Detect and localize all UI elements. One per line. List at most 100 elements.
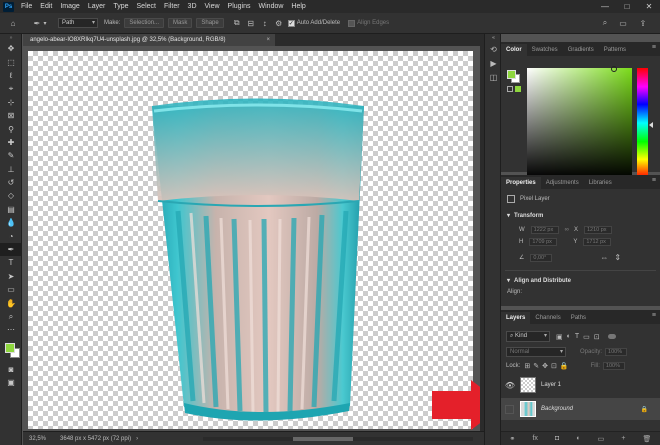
lock-pixels-icon[interactable]: ✎ xyxy=(533,362,539,370)
make-selection-button[interactable]: Selection... xyxy=(124,18,165,28)
eraser-tool-icon[interactable]: ◇ xyxy=(0,189,22,202)
align-section[interactable]: ▾ Align and Distribute xyxy=(507,277,660,285)
panel-foreground-swatch[interactable] xyxy=(507,70,516,79)
actions-panel-icon[interactable]: ▶ xyxy=(485,56,502,70)
menu-image[interactable]: Image xyxy=(56,0,83,13)
lock-position-icon[interactable]: ✥ xyxy=(542,362,548,370)
toolbar-collapse-icon[interactable]: » xyxy=(0,34,22,42)
tab-adjustments[interactable]: Adjustments xyxy=(541,177,584,189)
clone-stamp-tool-icon[interactable]: ⊥ xyxy=(0,163,22,176)
menu-3d[interactable]: 3D xyxy=(184,0,201,13)
menu-layer[interactable]: Layer xyxy=(84,0,110,13)
width-input[interactable]: 1222 px xyxy=(530,226,559,234)
crop-tool-icon[interactable]: ⊹ xyxy=(0,96,22,109)
workspace-icon[interactable]: ▭ xyxy=(618,18,628,28)
move-tool-icon[interactable]: ✥ xyxy=(0,42,22,55)
link-icon[interactable]: ∞ xyxy=(565,227,569,233)
more-tools-icon[interactable]: ⋯ xyxy=(0,323,22,336)
color-picker-field[interactable] xyxy=(527,66,632,178)
zoom-level[interactable]: 32,5% xyxy=(29,436,46,442)
hue-slider-handle[interactable] xyxy=(649,122,653,128)
zoom-tool-icon[interactable]: ⌕ xyxy=(0,310,22,323)
menu-view[interactable]: View xyxy=(201,0,224,13)
menu-help[interactable]: Help xyxy=(287,0,309,13)
color-picker-marker-icon[interactable] xyxy=(611,66,617,72)
history-brush-tool-icon[interactable]: ↺ xyxy=(0,176,22,189)
lasso-tool-icon[interactable]: ℓ xyxy=(0,69,22,82)
delete-layer-icon[interactable]: 🗑 xyxy=(643,435,652,443)
menu-file[interactable]: File xyxy=(17,0,36,13)
angle-input[interactable]: 0,00° xyxy=(530,253,553,262)
opacity-input[interactable]: 100% xyxy=(605,348,628,356)
minimize-button[interactable]: — xyxy=(594,0,616,13)
filter-adjustment-icon[interactable]: ◐ xyxy=(567,333,571,340)
chevron-down-icon[interactable]: ▾ xyxy=(507,212,510,219)
gradient-tool-icon[interactable]: ▤ xyxy=(0,203,22,216)
scroll-thumb[interactable] xyxy=(293,437,353,441)
align-edges-option[interactable]: Align Edges xyxy=(348,19,389,27)
frame-tool-icon[interactable]: ⊠ xyxy=(0,109,22,122)
eyedropper-tool-icon[interactable]: ⚲ xyxy=(0,122,22,135)
make-shape-button[interactable]: Shape xyxy=(196,18,224,28)
dodge-tool-icon[interactable]: ◔ xyxy=(0,229,22,242)
gamut-swatch[interactable] xyxy=(515,86,521,92)
path-arrangement-icon[interactable]: ↕ xyxy=(260,18,270,28)
lock-transparency-icon[interactable]: ⊞ xyxy=(524,362,530,370)
fill-input[interactable]: 100% xyxy=(602,362,625,370)
chevron-down-icon[interactable]: ▾ xyxy=(42,18,48,28)
photoshop-logo-icon[interactable]: Ps xyxy=(3,1,14,12)
layer-row-layer-1[interactable]: 👁 Layer 1 xyxy=(501,374,660,396)
search-icon[interactable]: ⌕ xyxy=(600,18,610,28)
hue-slider[interactable] xyxy=(637,68,653,178)
filter-pixel-icon[interactable]: ▣ xyxy=(556,333,563,341)
filter-shape-icon[interactable]: ▭ xyxy=(583,333,590,341)
tab-properties[interactable]: Properties xyxy=(501,177,541,189)
path-alignment-icon[interactable]: ⊟ xyxy=(246,18,256,28)
filter-smart-object-icon[interactable]: ⊡ xyxy=(594,333,600,341)
healing-tool-icon[interactable]: ✚ xyxy=(0,136,22,149)
chevron-down-icon[interactable]: ▾ xyxy=(507,277,510,284)
horizontal-scrollbar[interactable] xyxy=(203,437,473,441)
blur-tool-icon[interactable]: 💧 xyxy=(0,216,22,229)
group-icon[interactable]: ▭ xyxy=(598,435,605,443)
auto-add-delete-checkbox[interactable]: ✓ xyxy=(287,19,295,27)
lock-all-icon[interactable]: 🔒 xyxy=(560,362,569,370)
canvas-area[interactable] xyxy=(23,46,504,431)
foreground-color-swatch[interactable] xyxy=(5,342,15,353)
menu-plugins[interactable]: Plugins xyxy=(224,0,255,13)
pen-mode-select[interactable]: Path xyxy=(58,18,98,28)
filter-type-icon[interactable]: T xyxy=(575,333,579,340)
libraries-panel-icon[interactable]: ◫ xyxy=(485,70,502,84)
path-operations-icon[interactable]: ⧉ xyxy=(232,18,242,28)
visibility-eye-icon[interactable]: 👁 xyxy=(504,381,516,390)
close-tab-icon[interactable]: × xyxy=(266,34,270,46)
layer-row-background[interactable]: Background 🔒 xyxy=(501,398,660,420)
marquee-tool-icon[interactable]: ⬚ xyxy=(0,55,22,68)
y-input[interactable]: 1712 px xyxy=(583,238,612,246)
align-edges-checkbox[interactable] xyxy=(348,19,356,27)
make-mask-button[interactable]: Mask xyxy=(168,18,193,28)
rectangle-tool-icon[interactable]: ▭ xyxy=(0,283,22,296)
auto-add-delete-option[interactable]: ✓ Auto Add/Delete xyxy=(287,19,340,27)
layers-menu-icon[interactable]: ≡ xyxy=(652,312,656,319)
document-canvas[interactable] xyxy=(28,51,473,429)
history-panel-icon[interactable]: ⟲ xyxy=(485,42,502,56)
flip-vertical-icon[interactable]: ⇕ xyxy=(614,253,621,262)
settings-gear-icon[interactable]: ⚙ xyxy=(274,18,284,28)
close-window-button[interactable]: ✕ xyxy=(638,0,660,13)
layer-filter-kind[interactable]: ⌕ Kind xyxy=(506,331,550,342)
blend-mode-select[interactable]: Normal xyxy=(506,347,566,357)
adjustment-layer-icon[interactable]: ◐ xyxy=(576,435,580,442)
type-tool-icon[interactable]: T xyxy=(0,256,22,269)
pen-tool-icon[interactable]: ✒ xyxy=(0,242,22,257)
document-tab[interactable]: angelo-abear-IO8XRIkq7U4-unsplash.jpg @ … xyxy=(23,34,275,46)
screen-mode-icon[interactable]: ▣ xyxy=(0,376,22,389)
menu-edit[interactable]: Edit xyxy=(36,0,56,13)
menu-select[interactable]: Select xyxy=(133,0,160,13)
maximize-button[interactable]: □ xyxy=(616,0,638,13)
tab-patterns[interactable]: Patterns xyxy=(599,44,631,56)
visibility-toggle-empty[interactable] xyxy=(505,404,514,414)
share-icon[interactable]: ⇪ xyxy=(638,18,648,28)
tab-color[interactable]: Color xyxy=(501,44,527,56)
x-input[interactable]: 1210 px xyxy=(583,226,612,234)
